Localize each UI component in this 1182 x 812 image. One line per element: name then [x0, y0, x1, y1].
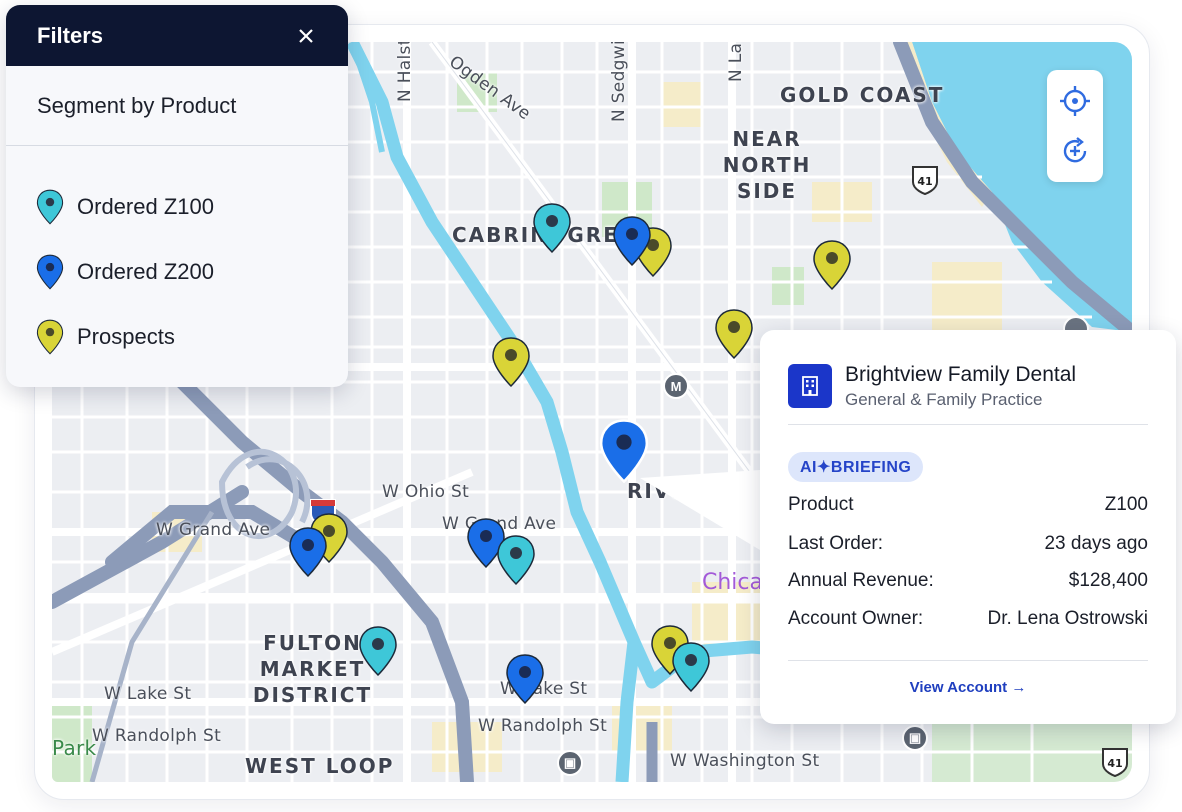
map-pin-z100[interactable] [496, 534, 536, 586]
filters-title: Filters [37, 22, 104, 48]
segment-title: Segment by Product [6, 66, 348, 146]
park-label: Park [52, 736, 97, 760]
legend-list: Ordered Z100 Ordered Z200 Prospects [6, 146, 348, 369]
district-west-loop: WEST LOOP [245, 754, 395, 778]
detail-row-last-order: Last Order: 23 days ago [788, 529, 1148, 559]
detail-value: Z100 [1104, 494, 1148, 515]
map-pin-z200[interactable] [505, 653, 545, 705]
train-station-icon: ▣ [557, 750, 583, 776]
map-pin-z200[interactable] [612, 215, 652, 267]
detail-row-annual-revenue: Annual Revenue: $128,400 [788, 566, 1148, 596]
map-pin-z200[interactable] [288, 526, 328, 578]
rotate-add-icon [1063, 137, 1087, 163]
street-label-halsted: N Halsted St [395, 42, 415, 102]
crosshair-icon [1060, 85, 1090, 116]
close-filters-button[interactable] [294, 24, 318, 48]
building-icon [788, 364, 832, 408]
detail-value: 23 days ago [1044, 533, 1148, 554]
street-label-grand-west: W Grand Ave [156, 520, 271, 540]
district-gold-coast: GOLD COAST [780, 83, 945, 107]
filters-panel: Filters Segment by Product Ordered Z100 … [6, 5, 348, 387]
map-pin-prospect[interactable] [812, 239, 852, 291]
map-pin-prospect[interactable] [491, 336, 531, 388]
legend-item-z100[interactable]: Ordered Z100 [6, 174, 348, 239]
detail-value: $128,400 [1068, 570, 1148, 591]
map-controls [1047, 70, 1103, 182]
divider [788, 424, 1148, 425]
yellow-pin-icon [36, 318, 64, 356]
legend-label: Ordered Z200 [77, 258, 214, 284]
map-pin-prospect[interactable] [714, 308, 754, 360]
street-label-sedgwick: N Sedgwick St [609, 42, 629, 122]
map-pin-z100[interactable] [358, 625, 398, 677]
district-near-north-side: NEAR NORTH SIDE [722, 127, 812, 203]
legend-label: Ordered Z100 [77, 193, 214, 219]
close-icon [299, 28, 313, 43]
street-label-randolph-west: W Randolph St [92, 726, 222, 746]
street-label-washington: W Washington St [670, 751, 820, 771]
legend-item-prospects[interactable]: Prospects [6, 304, 348, 369]
filters-header: Filters [6, 5, 348, 66]
account-header: Brightview Family Dental General & Famil… [788, 362, 1076, 412]
detail-row-product: Product Z100 [788, 490, 1148, 520]
account-subtitle: General & Family Practice [845, 390, 1043, 409]
divider [788, 660, 1148, 661]
detail-value: Dr. Lena Ostrowski [987, 608, 1149, 629]
train-station-icon: ▣ [902, 725, 928, 751]
legend-label: Prospects [77, 323, 175, 349]
highway-shield-icon: 41 [912, 166, 938, 196]
map-pin-z100[interactable] [532, 202, 572, 254]
map-pin-z100[interactable] [671, 641, 711, 693]
detail-label: Last Order: [788, 533, 884, 554]
detail-label: Annual Revenue: [788, 570, 934, 591]
cyan-pin-icon [36, 188, 64, 226]
account-popup: Brightview Family Dental General & Famil… [760, 330, 1176, 724]
legend-item-z200[interactable]: Ordered Z200 [6, 239, 348, 304]
view-account-link[interactable]: View Account → [760, 679, 1176, 696]
svg-text:41: 41 [917, 175, 932, 188]
account-name: Brightview Family Dental [845, 363, 1077, 386]
svg-text:41: 41 [1107, 757, 1122, 770]
blue-pin-icon [36, 253, 64, 291]
locate-me-button[interactable] [1055, 81, 1095, 121]
detail-label: Account Owner: [788, 608, 924, 629]
detail-label: Product [788, 494, 854, 515]
metro-station-icon: M [663, 373, 689, 399]
highway-shield-icon: 41 [1102, 748, 1128, 778]
detail-row-account-owner: Account Owner: Dr. Lena Ostrowski [788, 604, 1148, 634]
ai-briefing-badge: AI✦BRIEFING [788, 452, 924, 482]
street-label-ohio: W Ohio St [382, 482, 470, 502]
street-label-randolph-east: W Randolph St [478, 716, 608, 736]
refresh-location-button[interactable] [1055, 131, 1095, 171]
street-label-lake-west: W Lake St [104, 684, 192, 704]
street-label-lasalle: N LaSalle Dr [726, 42, 746, 82]
